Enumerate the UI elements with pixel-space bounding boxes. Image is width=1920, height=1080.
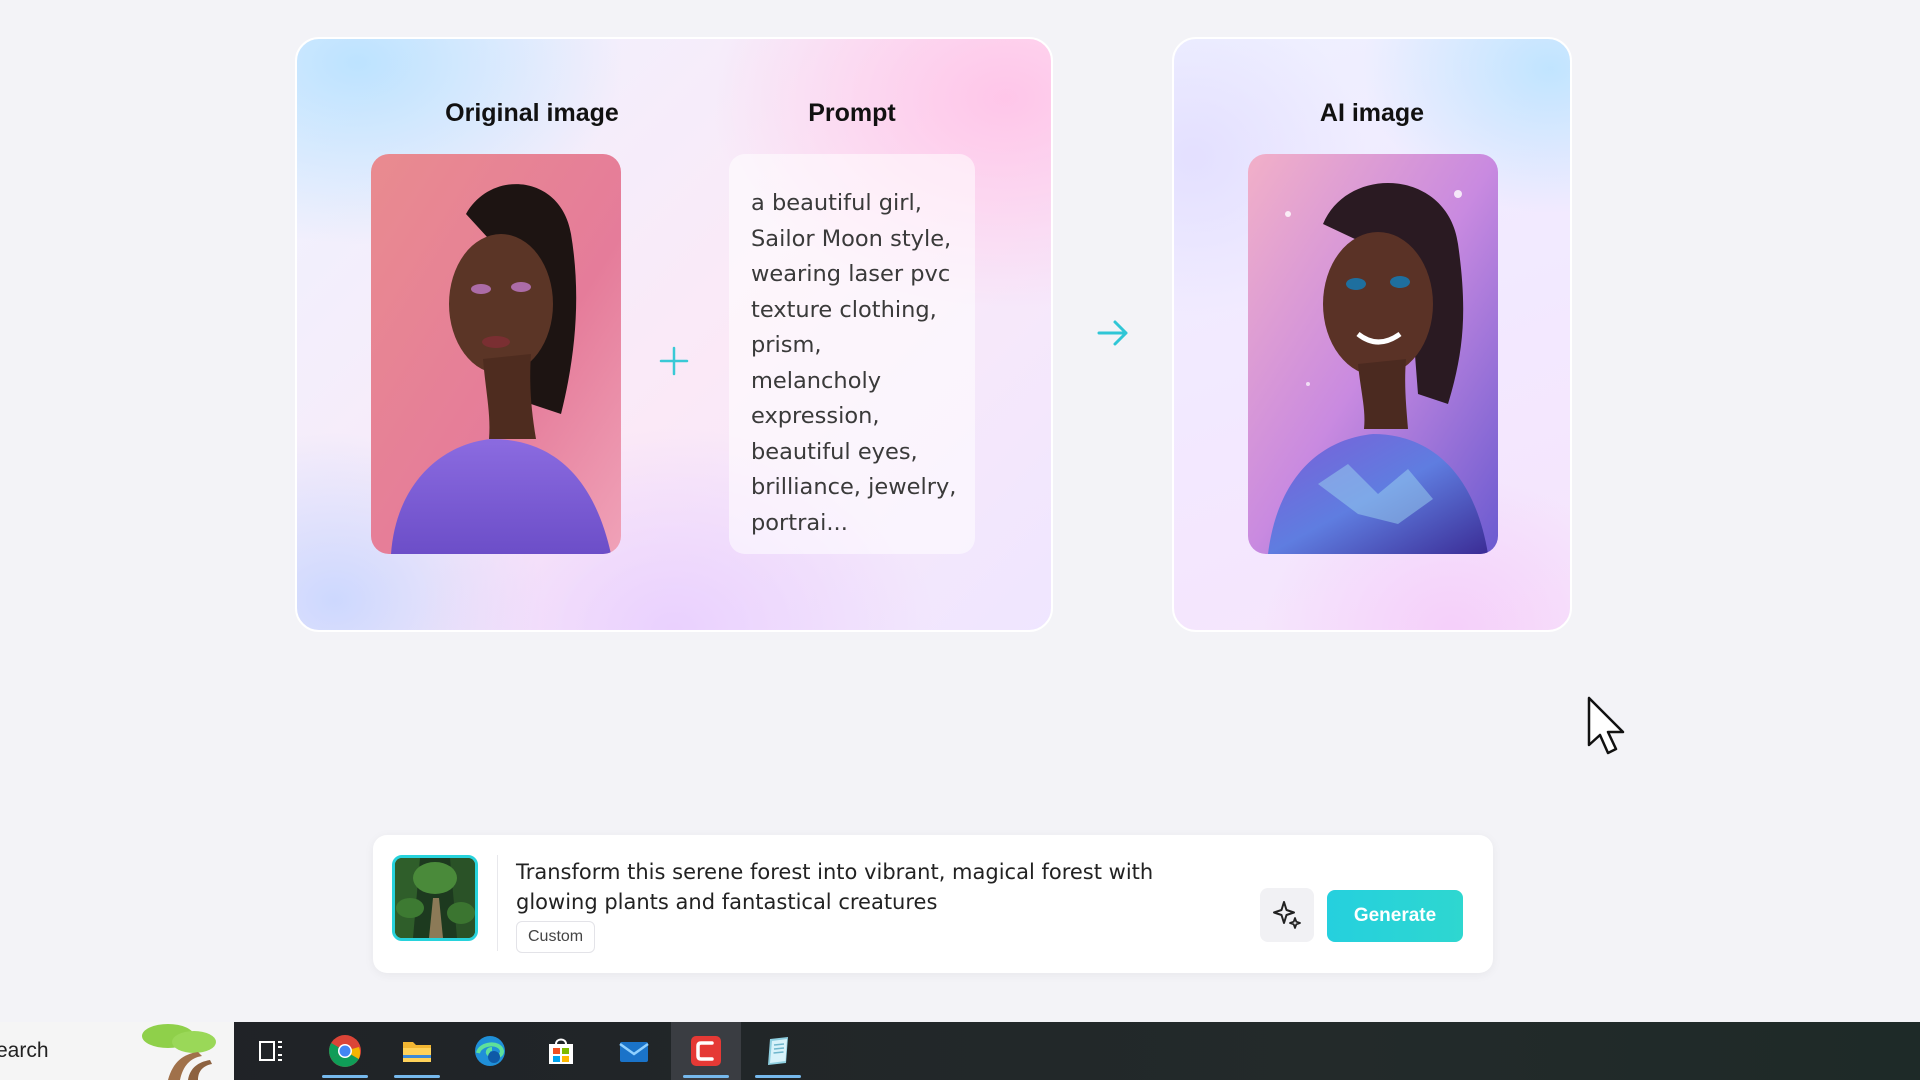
plus-icon [659, 346, 689, 376]
capcut-icon [691, 1036, 721, 1066]
mail-icon [619, 1042, 649, 1062]
arrow-right-icon [1097, 320, 1128, 346]
edge-icon [475, 1036, 505, 1066]
prompt-input-bar: Transform this serene forest into vibran… [373, 835, 1493, 973]
sparkle-icon [1273, 901, 1301, 929]
file-explorer-taskbar-button[interactable] [382, 1022, 452, 1080]
custom-tag[interactable]: Custom [516, 921, 596, 953]
tree-highlight-icon [142, 1024, 216, 1080]
notepad-running-indicator [755, 1075, 801, 1078]
taskbar-search-text: earch [0, 1039, 49, 1062]
prompt-text: a beautiful girl, Sailor Moon style, wea… [751, 190, 957, 536]
ai-image-title: AI image [1319, 99, 1425, 127]
notepad-taskbar-button[interactable] [743, 1022, 813, 1080]
capcut-taskbar-button[interactable] [671, 1022, 741, 1080]
notepad-icon [768, 1037, 788, 1065]
prompt-input[interactable]: Transform this serene forest into vibran… [516, 857, 1236, 917]
showcase-input-panel: Original image Prompt a beautiful girl, … [295, 37, 1053, 632]
prompt-card: a beautiful girl, Sailor Moon style, wea… [729, 154, 975, 554]
taskbar-search[interactable]: earch [0, 1022, 234, 1080]
original-image-title: Original image [445, 99, 619, 127]
capcut-running-indicator [683, 1075, 729, 1078]
chrome-running-indicator [322, 1075, 368, 1078]
enhance-prompt-button[interactable] [1260, 888, 1314, 942]
chrome-taskbar-button[interactable] [310, 1022, 380, 1080]
prompt-title: Prompt [808, 99, 896, 127]
ai-image [1248, 154, 1498, 554]
showcase-output-panel: AI image [1172, 37, 1572, 632]
explorer-running-indicator [394, 1075, 440, 1078]
chrome-icon [329, 1035, 361, 1067]
task-view-icon [259, 1041, 282, 1061]
prompt-bar-divider [497, 855, 498, 951]
task-view-button[interactable] [236, 1022, 306, 1080]
windows-taskbar: earch [0, 1022, 1920, 1080]
store-icon [549, 1038, 573, 1064]
edge-taskbar-button[interactable] [455, 1022, 525, 1080]
forest-thumbnail[interactable] [392, 855, 478, 941]
generate-button[interactable]: Generate [1327, 890, 1463, 942]
mouse-cursor-icon [1587, 696, 1625, 755]
mail-taskbar-button[interactable] [599, 1022, 669, 1080]
file-explorer-icon [403, 1042, 431, 1062]
original-image [371, 154, 621, 554]
store-taskbar-button[interactable] [526, 1022, 596, 1080]
